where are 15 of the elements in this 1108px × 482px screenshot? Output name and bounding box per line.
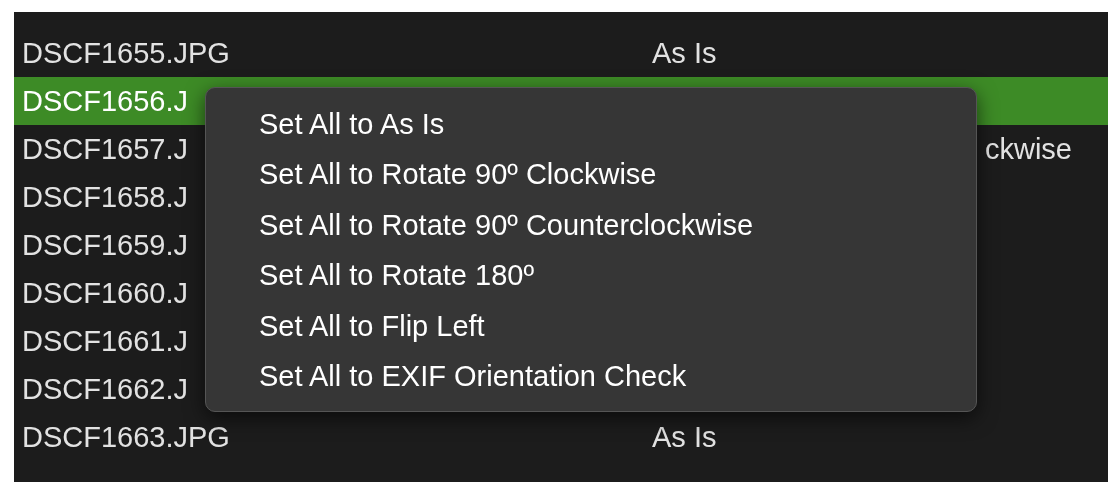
orientation-value: As Is	[652, 36, 717, 69]
file-row[interactable]: DSCF1655.JPG As Is	[14, 29, 1108, 77]
menu-item[interactable]: Set All to Rotate 180º	[259, 261, 534, 291]
file-name: DSCF1657.J	[22, 132, 188, 165]
menu-item[interactable]: Set All to EXIF Orientation Check	[259, 362, 687, 392]
menu-item[interactable]: Set All to Rotate 90º Counterclockwise	[259, 210, 754, 240]
file-name: DSCF1656.J	[22, 84, 188, 117]
orientation-value: ckwise	[985, 132, 1072, 165]
menu-item[interactable]: Set All to Flip Left	[259, 311, 485, 341]
menu-item[interactable]: Set All to As Is	[259, 109, 445, 139]
orientation-value: As Is	[652, 420, 717, 453]
file-name: DSCF1655.JPG	[22, 36, 230, 69]
menu-item[interactable]: Set All to Rotate 90º Clockwise	[259, 160, 657, 190]
file-name: DSCF1663.JPG	[22, 420, 230, 453]
file-row[interactable]: DSCF1663.JPG As Is	[14, 413, 1108, 461]
